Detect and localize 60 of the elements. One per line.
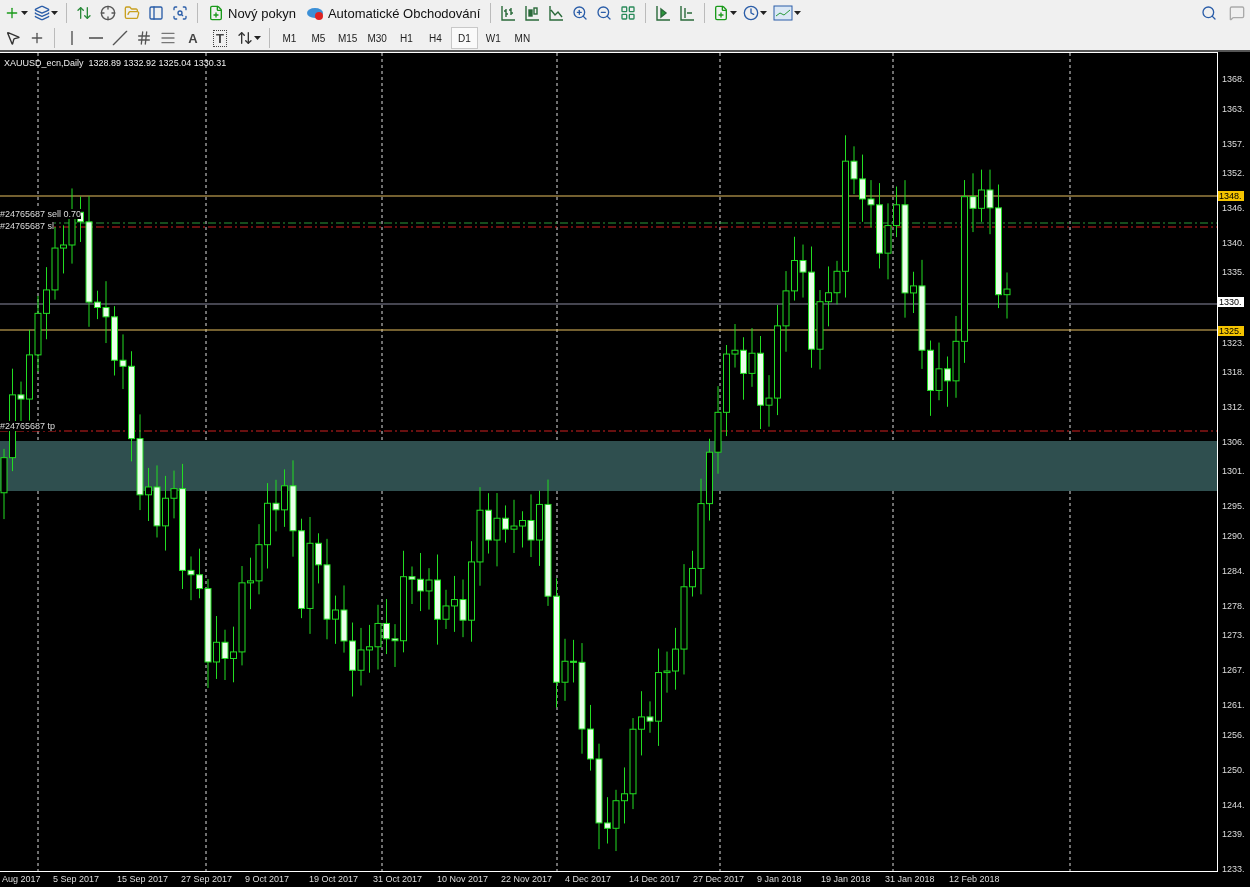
- label-tool-button[interactable]: T: [207, 27, 233, 49]
- timeframe-tab[interactable]: H1: [392, 27, 420, 49]
- timeframe-tab[interactable]: M15: [333, 27, 362, 49]
- new-order-button[interactable]: Nový pokyn: [204, 2, 300, 24]
- date-label: 19 Jan 2018: [821, 874, 871, 884]
- price-tick-label: 1323.: [1222, 337, 1245, 348]
- date-label: 12 Feb 2018: [949, 874, 1000, 884]
- price-tick-label: 1261.: [1222, 700, 1245, 711]
- price-tick-label: 1301.: [1222, 466, 1245, 477]
- price-tick-label: 1306.: [1222, 437, 1245, 448]
- price-tick-label: 1340.: [1222, 238, 1245, 249]
- date-label: 5 Sep 2017: [53, 874, 100, 884]
- price-tick-label: 1233.: [1222, 864, 1245, 875]
- date-label: 9 Oct 2017: [245, 874, 290, 884]
- price-tick-label: 1368.: [1222, 74, 1245, 85]
- price-tick-label: 1256.: [1222, 729, 1245, 740]
- price-tick-label: 1363.: [1222, 103, 1245, 114]
- timeframe-tab[interactable]: M5: [304, 27, 332, 49]
- price-tick-label: 1273.: [1222, 630, 1245, 641]
- price-tick-label: 1267.: [1222, 665, 1245, 676]
- auto-trading-button[interactable]: Automatické Obchodování: [301, 2, 485, 24]
- price-tick-label: 1312.: [1222, 401, 1245, 412]
- price-tick-label: 1357.: [1222, 138, 1245, 149]
- order-label: #24765687 sl: [0, 221, 55, 231]
- date-label: 4 Dec 2017: [565, 874, 612, 884]
- price-tick-label: 1244.: [1222, 799, 1245, 810]
- timeframe-tab[interactable]: W1: [479, 27, 507, 49]
- date-label: 19 Oct 2017: [309, 874, 359, 884]
- date-label: 31 Jan 2018: [885, 874, 935, 884]
- order-label: #24765687 tp: [0, 421, 56, 431]
- price-tick-label: 1278.: [1222, 600, 1245, 611]
- date-label: 9 Jan 2018: [757, 874, 802, 884]
- price-tag: 1325.: [1218, 325, 1244, 336]
- price-tick-label: 1239.: [1222, 829, 1245, 839]
- timeframe-tab[interactable]: MN: [508, 27, 536, 49]
- date-label: Aug 2017: [2, 874, 41, 884]
- date-label: 27 Sep 2017: [181, 874, 233, 884]
- date-label: 15 Sep 2017: [117, 874, 169, 884]
- price-tag: 1330.: [1218, 296, 1244, 307]
- price-tick-label: 1318.: [1222, 366, 1245, 377]
- price-tick-label: 1352.: [1222, 167, 1245, 178]
- timeframe-tab[interactable]: M30: [363, 27, 391, 49]
- date-label: 14 Dec 2017: [629, 874, 681, 884]
- timeframe-tab[interactable]: D1: [450, 27, 478, 49]
- price-tick-label: 1250.: [1222, 764, 1245, 775]
- date-label: 31 Oct 2017: [373, 874, 423, 884]
- price-tick-label: 1284.: [1222, 565, 1245, 576]
- timeframe-tab[interactable]: H4: [421, 27, 449, 49]
- chart-info-label: XAUUSD_ecn,Daily 1328.89 1332.92 1325.04 1330.31: [4, 58, 227, 68]
- price-tick-label: 1335.: [1222, 267, 1245, 278]
- timeframe-tab[interactable]: M1: [275, 27, 303, 49]
- price-tag: 1348.: [1218, 191, 1244, 202]
- text-tool-button[interactable]: A: [181, 27, 205, 49]
- order-label: #24765687 sell 0.70: [0, 209, 82, 219]
- price-tick-label: 1295.: [1222, 501, 1245, 512]
- price-tick-label: 1346.: [1222, 203, 1245, 214]
- date-label: 27 Dec 2017: [693, 874, 745, 884]
- price-tick-label: 1290.: [1222, 530, 1245, 541]
- date-label: 22 Nov 2017: [501, 874, 553, 884]
- date-label: 10 Nov 2017: [437, 874, 489, 884]
